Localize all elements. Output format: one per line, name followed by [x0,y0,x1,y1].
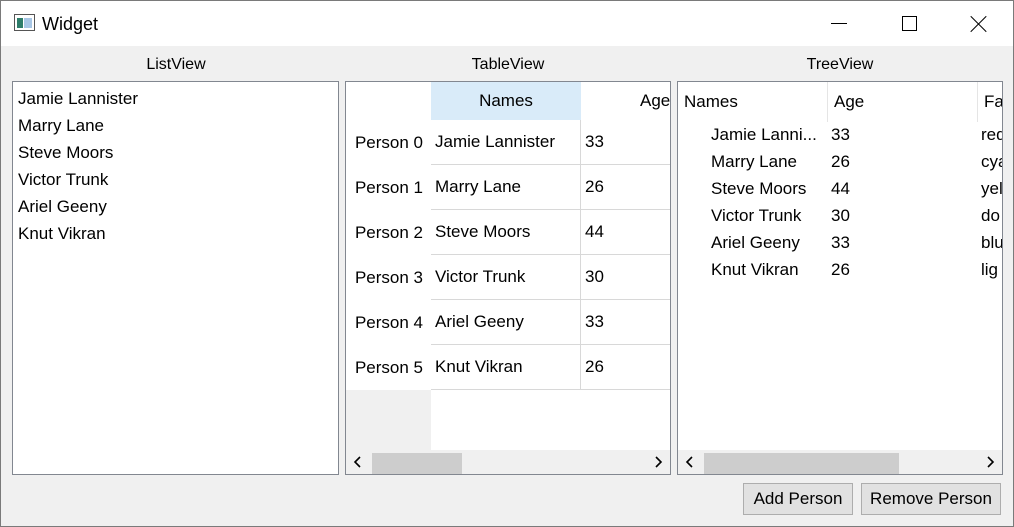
table-cell-age[interactable]: 26 [581,165,670,210]
table-row-header[interactable]: Person 5 [346,345,431,390]
tree-cell-name[interactable]: Ariel Geeny [711,229,826,256]
maximize-icon [901,16,917,31]
table-cell-name[interactable]: Marry Lane [431,165,581,210]
table-row-header[interactable]: Person 4 [346,300,431,345]
table-scroll-thumb[interactable] [372,453,462,474]
list-item[interactable]: Steve Moors [18,143,113,163]
tree-cell-age[interactable]: 33 [831,121,931,148]
tree-cell-age[interactable]: 30 [831,202,931,229]
tree-cell-name[interactable]: Marry Lane [711,148,826,175]
main-window: Widget ListView TableView TreeView Jamie… [0,0,1014,527]
add-person-button[interactable]: Add Person [743,483,853,515]
table-cell-name[interactable]: Jamie Lannister [431,120,581,165]
table-header-names[interactable]: Names [431,82,581,120]
table-row-header[interactable]: Person 3 [346,255,431,300]
list-view[interactable]: Jamie Lannister Marry Lane Steve Moors V… [12,81,339,475]
tableview-caption: TableView [471,56,545,73]
close-icon [970,15,988,33]
minimize-icon [831,23,847,24]
tree-cell-color[interactable]: lig [981,256,1002,283]
tree-scroll-thumb[interactable] [704,453,899,474]
treeview-caption: TreeView [806,56,874,73]
tree-cell-name[interactable]: Steve Moors [711,175,826,202]
table-cell-age[interactable]: 33 [581,120,670,165]
list-item[interactable]: Victor Trunk [18,170,108,190]
title-bar[interactable]: Widget [1,1,1013,46]
minimize-button[interactable] [816,1,862,46]
tree-cell-color[interactable]: do [981,202,1002,229]
tree-header-favorite[interactable]: Fa [978,82,1002,122]
list-item[interactable]: Marry Lane [18,116,104,136]
tree-cell-color[interactable]: yel [981,175,1002,202]
listview-caption: ListView [146,56,206,73]
table-corner-button[interactable] [346,82,431,120]
tree-cell-name[interactable]: Knut Vikran [711,256,826,283]
table-horizontal-scrollbar[interactable] [346,450,670,474]
table-cell-age[interactable]: 33 [581,300,670,345]
tree-header-age[interactable]: Age [828,82,978,122]
tree-horizontal-scrollbar[interactable] [678,450,1002,474]
tree-cell-color[interactable]: red [981,121,1002,148]
tree-cell-age[interactable]: 26 [831,148,931,175]
table-view[interactable]: Names Age Person 0 Person 1 Person 2 Per… [345,81,671,475]
table-cell-age[interactable]: 26 [581,345,670,390]
tree-view[interactable]: Names Age Fa Jamie Lanni... 33 red Marry… [677,81,1003,475]
table-cell-name[interactable]: Steve Moors [431,210,581,255]
tree-cell-age[interactable]: 33 [831,229,931,256]
tree-cell-color[interactable]: blu [981,229,1002,256]
tree-cell-name[interactable]: Jamie Lanni... [711,121,826,148]
tree-cell-age[interactable]: 44 [831,175,931,202]
table-row-header[interactable]: Person 2 [346,210,431,255]
close-button[interactable] [956,1,1002,46]
table-row-header[interactable]: Person 0 [346,120,431,165]
window-title: Widget [42,14,99,34]
table-row-header[interactable]: Person 1 [346,165,431,210]
table-header-age[interactable]: Age [581,82,670,120]
app-icon [14,14,35,31]
tree-header-names[interactable]: Names [678,82,828,122]
list-item[interactable]: Knut Vikran [18,224,106,244]
chevron-left-icon[interactable] [346,450,370,474]
list-item[interactable]: Jamie Lannister [18,89,138,109]
table-cell-age[interactable]: 44 [581,210,670,255]
remove-person-button[interactable]: Remove Person [861,483,1001,515]
tree-cell-color[interactable]: cya [981,148,1002,175]
list-item[interactable]: Ariel Geeny [18,197,107,217]
chevron-left-icon[interactable] [678,450,702,474]
chevron-right-icon[interactable] [978,450,1002,474]
tree-cell-age[interactable]: 26 [831,256,931,283]
chevron-right-icon[interactable] [646,450,670,474]
table-cell-age[interactable]: 30 [581,255,670,300]
tree-cell-name[interactable]: Victor Trunk [711,202,826,229]
table-cell-name[interactable]: Ariel Geeny [431,300,581,345]
table-cell-name[interactable]: Victor Trunk [431,255,581,300]
table-cell-name[interactable]: Knut Vikran [431,345,581,390]
maximize-button[interactable] [886,1,932,46]
